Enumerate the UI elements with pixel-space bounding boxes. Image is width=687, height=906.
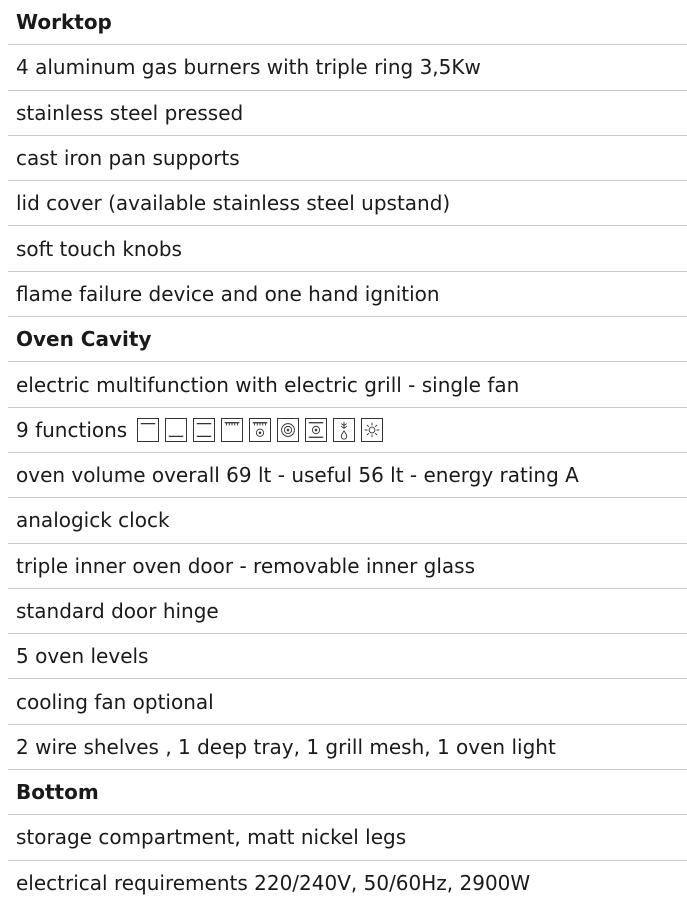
spec-item: analogick clock xyxy=(8,498,687,544)
grill-fan-icon xyxy=(249,417,272,442)
functions-row: 9 functions xyxy=(8,408,687,453)
spec-item: storage compartment, matt nickel legs xyxy=(8,815,687,861)
fan-top-bottom-icon xyxy=(305,417,328,442)
spec-item: electric multifunction with electric gri… xyxy=(8,362,687,408)
function-icons xyxy=(137,417,384,442)
spec-item: triple inner oven door - removable inner… xyxy=(8,544,687,589)
spec-item: 4 aluminum gas burners with triple ring … xyxy=(8,45,687,91)
spec-item: cast iron pan supports xyxy=(8,136,687,182)
spec-item: oven volume overall 69 lt - useful 56 lt… xyxy=(8,453,687,499)
top-bottom-heat-icon xyxy=(193,417,216,442)
oven-light-icon xyxy=(361,417,384,442)
top-heat-icon xyxy=(137,417,160,442)
bottom-heat-icon xyxy=(165,417,188,442)
spec-item: flame failure device and one hand igniti… xyxy=(8,272,687,318)
spec-item: 2 wire shelves , 1 deep tray, 1 grill me… xyxy=(8,725,687,771)
functions-label: 9 functions xyxy=(16,417,128,442)
fan-circular-icon xyxy=(277,417,300,442)
spec-item: cooling fan optional xyxy=(8,679,687,725)
section-header-bottom: Bottom xyxy=(8,770,687,816)
spec-item: standard door hinge xyxy=(8,589,687,635)
spec-item: electrical requirements 220/240V, 50/60H… xyxy=(16,871,531,896)
defrost-icon xyxy=(333,417,356,442)
grill-icon xyxy=(221,417,244,442)
spec-item: soft touch knobs xyxy=(8,226,687,272)
spec-item: lid cover (available stainless steel ups… xyxy=(8,181,687,227)
section-header-worktop: Worktop xyxy=(8,0,687,46)
spec-item: 5 oven levels xyxy=(8,634,687,680)
section-header-oven-cavity: Oven Cavity xyxy=(8,317,687,363)
spec-item: stainless steel pressed xyxy=(8,91,687,136)
spec-list: Worktop 4 aluminum gas burners with trip… xyxy=(8,0,687,906)
